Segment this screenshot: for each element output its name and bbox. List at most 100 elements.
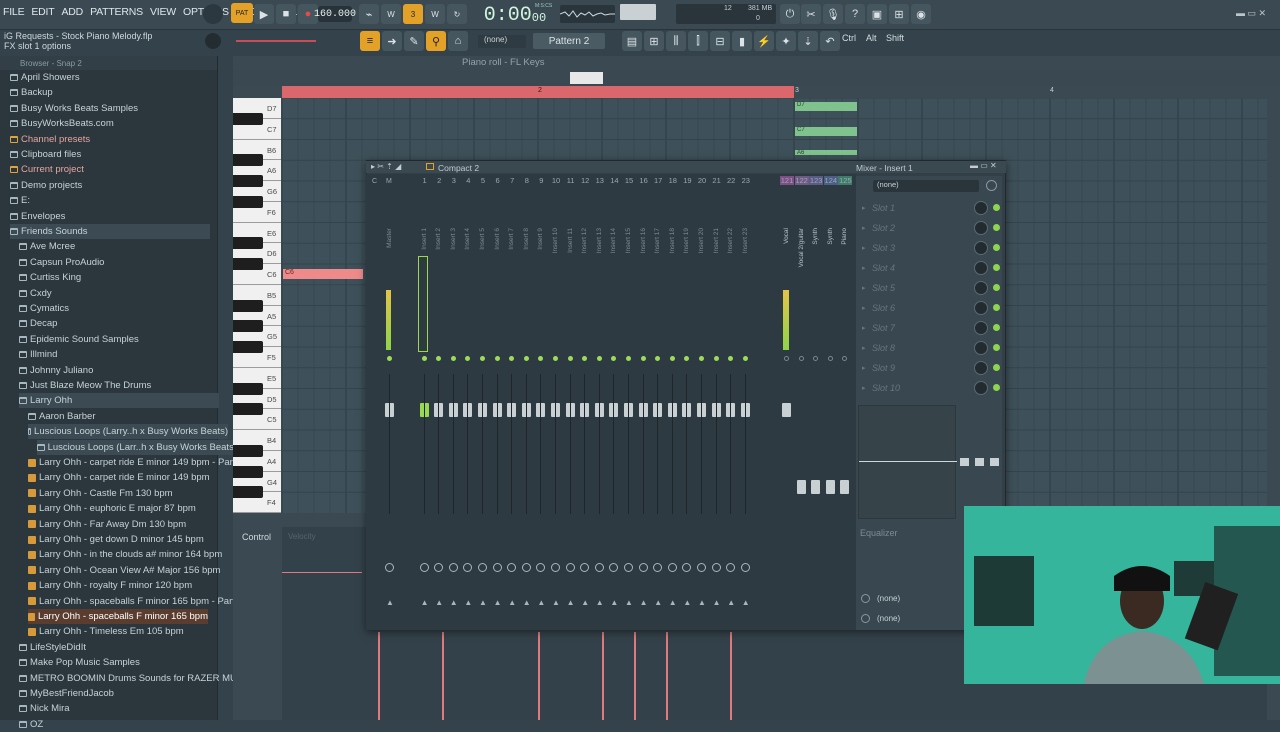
browser-item[interactable]: E: [10,193,30,208]
track-name[interactable]: Insert 17 [654,228,661,253]
track-enable-led[interactable] [523,356,529,361]
browser-item[interactable]: METRO BOOMIN Drums Sounds for RAZER MUSI… [19,671,253,686]
fx-slot[interactable]: ▸ Slot 7 [858,318,1002,337]
browser-item[interactable]: Larry Ohh - Far Away Dm 130 bpm [28,517,186,532]
black-key[interactable] [233,175,263,187]
link-icon[interactable]: ⚲ [426,31,446,51]
fx-slot[interactable]: ▸ Slot 2 [858,218,1002,237]
blend-icon[interactable]: W [425,4,445,24]
browser-item[interactable]: Epidemic Sound Samples [19,332,139,347]
browser-item[interactable]: Larry Ohh - carpet ride E minor 149 bpm … [28,455,246,470]
cut-icon[interactable]: ✂ [801,4,821,24]
slot-mix-knob[interactable] [974,280,988,295]
track-number[interactable]: 123 [809,176,824,185]
horizontal-scrollbar[interactable] [570,72,603,84]
input-icon[interactable] [861,594,870,603]
stereo-knob[interactable] [521,563,531,572]
pattern-selector[interactable]: Pattern 2 [533,33,605,49]
stereo-knob[interactable] [594,563,604,572]
stereo-knob[interactable] [448,563,458,572]
track-name[interactable]: Insert 7 [508,228,515,250]
slot-mix-knob[interactable] [974,260,988,275]
fx-slot[interactable]: ▸ Slot 10 [858,378,1002,397]
volume-fader[interactable] [796,480,806,494]
routing-icon[interactable] [986,180,997,191]
track-number[interactable]: 122 [794,176,809,185]
countdown-icon[interactable]: 3 [403,4,423,24]
track-name[interactable]: Insert 6 [494,228,501,250]
route-arrow-icon[interactable]: ▲ [640,598,648,607]
window-controls[interactable]: ▬ ▭ ✕ [1236,8,1266,19]
browser-item[interactable]: OZ [19,717,43,732]
route-arrow-icon[interactable]: ▲ [625,598,633,607]
stereo-knob[interactable] [478,563,487,572]
slot-arrow-icon[interactable]: ▸ [862,264,866,272]
browser-item[interactable]: Demo projects [10,178,82,193]
velocity-bar[interactable] [602,632,604,720]
route-arrow-icon[interactable]: ▲ [683,598,691,607]
track-enable-led[interactable] [450,356,456,361]
track-number[interactable]: 21 [710,176,724,185]
browser-item[interactable]: Backup [10,85,53,100]
menu-view[interactable]: VIEW [149,6,177,18]
black-key[interactable] [233,382,263,395]
black-key[interactable] [233,154,263,167]
track-name[interactable]: Insert 21 [713,228,720,253]
black-key[interactable] [233,444,263,457]
track-enable-led[interactable] [699,356,704,361]
mixer-layout-title[interactable]: Compact 2 [438,163,479,173]
master-pitch-slider[interactable] [236,40,316,42]
route-arrow-icon[interactable]: ▲ [494,598,502,607]
track-enable-led[interactable] [553,356,558,361]
track-enable-led[interactable] [713,356,719,361]
route-arrow-icon[interactable]: ▲ [669,598,677,607]
slot-arrow-icon[interactable]: ▸ [862,384,866,392]
track-name[interactable]: Insert 8 [523,228,530,250]
control-label[interactable]: Control [242,532,271,542]
volume-fader[interactable] [811,480,821,494]
browser-item[interactable]: Larry Ohh [19,393,219,409]
browser-item[interactable]: Cymatics [19,301,69,316]
stereo-knob[interactable] [551,563,560,572]
slot-enable-led[interactable] [993,284,1000,291]
mixer-window-controls[interactable]: ▬ ▭ ✕ [970,161,997,170]
slot-mix-knob[interactable] [974,360,988,375]
track-enable-led[interactable] [669,356,675,361]
eq-fader[interactable] [975,458,984,466]
route-arrow-icon[interactable]: ▲ [713,598,721,607]
track-number[interactable]: 22 [724,176,738,185]
route-arrow-icon[interactable]: ▲ [464,598,472,607]
fx-slot[interactable]: ▸ Slot 1 [858,198,1002,217]
current-label[interactable]: C [372,178,377,185]
snap-selector[interactable]: (none) [478,35,526,48]
browser-item[interactable]: Make Pop Music Samples [19,655,140,670]
browser-item[interactable]: LifeStyleDidIt [19,640,86,655]
browser-item[interactable]: Channel presets [10,132,90,147]
stereo-knob[interactable] [697,563,706,572]
track-number[interactable]: 121 [780,176,794,185]
track-enable-led[interactable] [387,356,392,361]
slot-mix-knob[interactable] [974,240,988,255]
slot-mix-knob[interactable] [974,300,988,315]
track-enable-led[interactable] [784,356,789,361]
track-number[interactable]: 18 [666,176,680,185]
route-arrow-icon[interactable]: ▲ [479,598,487,607]
loop-record-icon[interactable]: ↻ [447,4,467,24]
slot-arrow-icon[interactable]: ▸ [862,304,866,312]
track-number[interactable]: 6 [491,176,505,185]
stereo-knob[interactable] [638,563,648,572]
browser-item[interactable]: Friends Sounds [10,224,210,239]
browser-item[interactable]: Johnny Juliano [19,363,93,378]
track-name[interactable]: Insert 20 [698,228,705,253]
track-enable-led[interactable] [567,356,573,361]
green-note[interactable]: D7 [795,102,857,111]
stereo-knob[interactable] [492,563,502,572]
slot-mix-knob[interactable] [974,320,988,335]
browser-icon[interactable]: ⫿ [688,31,708,51]
route-arrow-icon[interactable]: ▲ [654,598,662,607]
velocity-bar[interactable] [538,632,540,720]
velocity-bar[interactable] [730,632,732,720]
track-name[interactable]: Insert 1 [421,228,428,250]
route-arrow-icon[interactable]: ▲ [386,598,394,607]
menu-add[interactable]: ADD [61,6,85,18]
